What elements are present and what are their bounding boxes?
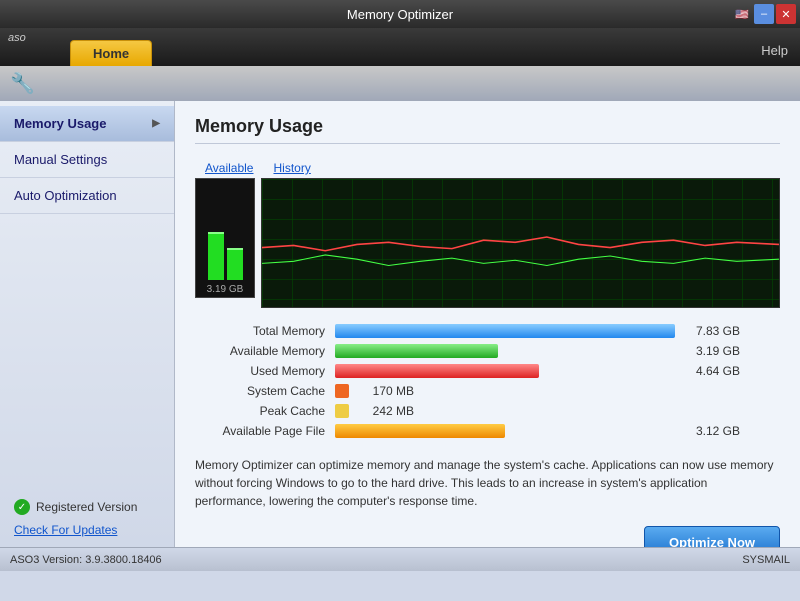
stat-available-memory: Available Memory 3.19 GB <box>195 344 780 358</box>
stat-label-system-cache: System Cache <box>195 384 325 398</box>
square-system-cache <box>335 384 349 398</box>
optimize-button[interactable]: Optimize Now <box>644 526 780 547</box>
sidebar-memory-usage-label: Memory Usage <box>14 116 106 131</box>
iconbar: 🔧 <box>0 66 800 101</box>
stat-value-total: 7.83 GB <box>685 324 740 338</box>
sidebar-arrow-icon: ▶ <box>152 118 160 129</box>
main-layout: Memory Usage ▶ Manual Settings Auto Opti… <box>0 101 800 547</box>
wrench-icon: 🔧 <box>10 71 35 96</box>
sidebar-item-memory-usage[interactable]: Memory Usage ▶ <box>0 106 174 142</box>
sidebar-item-manual-settings[interactable]: Manual Settings <box>0 142 174 178</box>
sidebar-manual-settings-label: Manual Settings <box>14 152 107 167</box>
stat-value-used: 4.64 GB <box>685 364 740 378</box>
stat-value-system-cache: 170 MB <box>359 384 414 398</box>
sidebar: Memory Usage ▶ Manual Settings Auto Opti… <box>0 101 175 547</box>
gauge-label: 3.19 GB <box>207 284 244 295</box>
stat-bar-total <box>335 324 675 338</box>
gauge-bar-1 <box>208 232 224 280</box>
tab-available[interactable]: Available <box>195 158 263 178</box>
titlebar: Memory Optimizer 🇺🇸 – ✕ <box>0 0 800 28</box>
stat-value-available: 3.19 GB <box>685 344 740 358</box>
gauge-bars <box>198 200 252 280</box>
registered-check-icon: ✓ <box>14 499 30 515</box>
stats-section: Total Memory 7.83 GB Available Memory 3.… <box>195 324 780 438</box>
registered-row: ✓ Registered Version <box>14 499 160 515</box>
stat-value-peak-cache: 242 MB <box>359 404 414 418</box>
sidebar-auto-optimization-label: Auto Optimization <box>14 188 117 203</box>
description-text: Memory Optimizer can optimize memory and… <box>195 452 780 514</box>
navbar: aso Home Help <box>0 28 800 66</box>
gauge-bar-2 <box>227 248 243 280</box>
gauge-chart: 3.19 GB <box>195 178 255 298</box>
stat-label-total: Total Memory <box>195 324 325 338</box>
app-title: Memory Optimizer <box>347 7 453 22</box>
check-updates-link[interactable]: Check For Updates <box>14 523 160 537</box>
stat-bar-page-file <box>335 424 675 438</box>
bar-used <box>335 364 539 378</box>
chart-container: 3.19 GB <box>195 178 780 308</box>
navbar-logo: aso <box>8 32 26 44</box>
home-tab[interactable]: Home <box>70 40 152 66</box>
stat-value-page-file: 3.12 GB <box>685 424 740 438</box>
sidebar-item-auto-optimization[interactable]: Auto Optimization <box>0 178 174 214</box>
stat-used-memory: Used Memory 4.64 GB <box>195 364 780 378</box>
close-button[interactable]: ✕ <box>776 4 796 24</box>
optimize-row: Optimize Now <box>195 526 780 547</box>
minimize-button[interactable]: – <box>754 4 774 24</box>
content-area: Memory Usage Available History 3.19 GB <box>175 101 800 547</box>
stat-label-page-file: Available Page File <box>195 424 325 438</box>
square-peak-cache <box>335 404 349 418</box>
bar-total <box>335 324 675 338</box>
help-menu[interactable]: Help <box>761 43 788 58</box>
stat-label-used: Used Memory <box>195 364 325 378</box>
stat-label-peak-cache: Peak Cache <box>195 404 325 418</box>
stat-page-file: Available Page File 3.12 GB <box>195 424 780 438</box>
stat-peak-cache: Peak Cache 242 MB <box>195 404 780 418</box>
bar-page-file <box>335 424 505 438</box>
page-title: Memory Usage <box>195 116 780 144</box>
sidebar-bottom: ✓ Registered Version Check For Updates <box>0 489 174 547</box>
stat-bar-used <box>335 364 675 378</box>
statusbar: ASO3 Version: 3.9.3800.18406 SYSMAIL <box>0 547 800 571</box>
stat-bar-available <box>335 344 675 358</box>
bar-available <box>335 344 498 358</box>
flag-button[interactable]: 🇺🇸 <box>732 4 752 24</box>
window-controls: 🇺🇸 – ✕ <box>732 4 796 24</box>
brand-label: SYSMAIL <box>742 554 790 566</box>
history-graph <box>261 178 780 308</box>
stat-label-available: Available Memory <box>195 344 325 358</box>
registered-label: Registered Version <box>36 500 137 514</box>
tab-history[interactable]: History <box>263 158 320 178</box>
chart-svg <box>262 179 779 308</box>
stat-total-memory: Total Memory 7.83 GB <box>195 324 780 338</box>
version-label: ASO3 Version: 3.9.3800.18406 <box>10 554 162 566</box>
chart-tabs: Available History <box>195 158 780 178</box>
stat-system-cache: System Cache 170 MB <box>195 384 780 398</box>
